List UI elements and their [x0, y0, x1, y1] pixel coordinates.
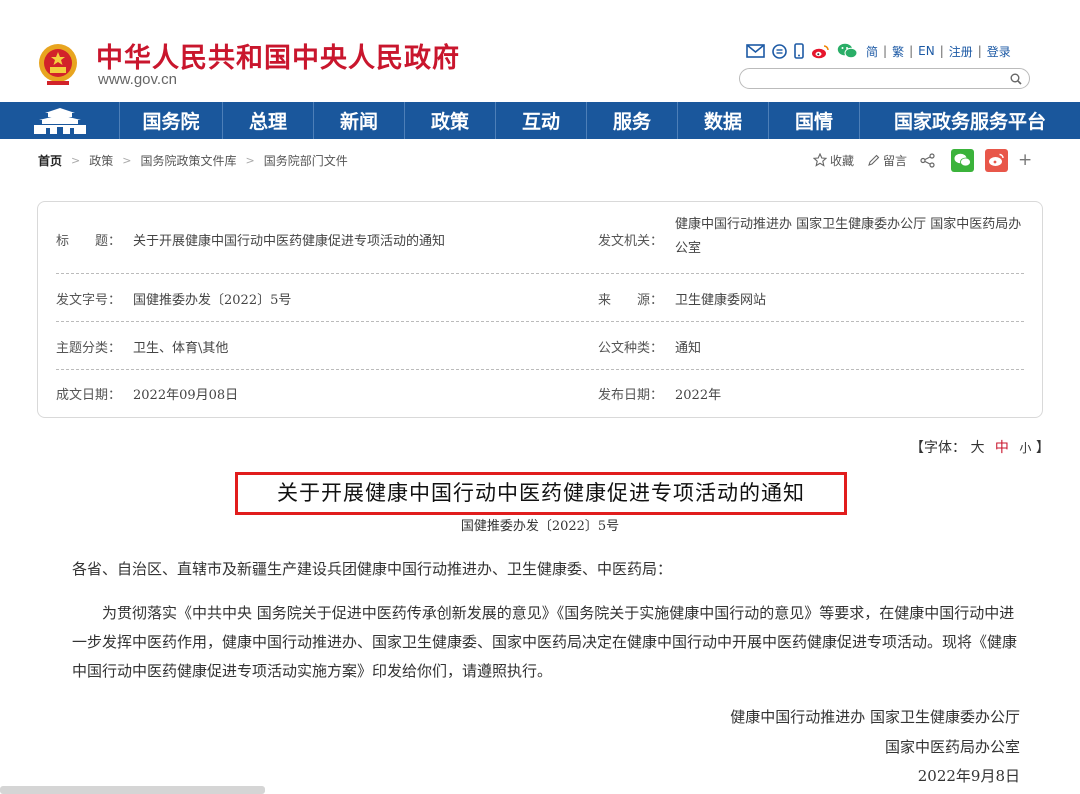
- doctype-value: 通知: [675, 341, 702, 356]
- written-date-value: 2022年09月08日: [133, 388, 239, 403]
- article-doc-number: 国健推委办发〔2022〕5号: [460, 519, 620, 534]
- favorite-button[interactable]: 收藏: [813, 152, 854, 169]
- nav-data[interactable]: 数据: [678, 102, 769, 139]
- separator: |: [939, 44, 944, 58]
- font-size-large-button[interactable]: 大: [970, 440, 984, 456]
- breadcrumb-dept-docs[interactable]: 国务院部门文件: [264, 152, 348, 169]
- separator: |: [977, 44, 982, 58]
- document-info-panel: 标 题： 关于开展健康中国行动中医药健康促进专项活动的通知 发文机关： 健康中国…: [37, 201, 1043, 418]
- font-size-prefix: 【字体：: [910, 440, 966, 456]
- separator: |: [909, 44, 914, 58]
- share-button[interactable]: [920, 152, 938, 168]
- horizontal-scrollbar[interactable]: [0, 786, 265, 794]
- pencil-icon: [868, 154, 880, 166]
- national-emblem-icon[interactable]: [37, 41, 79, 87]
- share-wechat-button[interactable]: [951, 148, 975, 172]
- comment-label: 留言: [883, 153, 908, 168]
- info-row: 主题分类： 卫生、体育\其他 公文种类： 通知: [56, 322, 1024, 370]
- login-link[interactable]: 登录: [987, 43, 1011, 60]
- search-input[interactable]: [739, 68, 1030, 89]
- lang-english-link[interactable]: EN: [918, 44, 935, 58]
- info-row: 发文字号： 国健推委办发〔2022〕5号 来 源： 卫生健康委网站: [56, 274, 1024, 322]
- lang-simplified-link[interactable]: 简: [866, 43, 878, 60]
- published-date-value: 2022年: [675, 388, 722, 403]
- docno-value: 国健推委办发〔2022〕5号: [133, 293, 292, 308]
- font-size-small-button[interactable]: 小: [1019, 441, 1031, 455]
- docno-label: 发文字号：: [56, 293, 122, 308]
- mail-icon[interactable]: [746, 44, 765, 58]
- article-signatory-2: 国家中医药局办公室: [884, 738, 1020, 756]
- chevron-right-icon: >: [122, 153, 132, 167]
- star-icon: [813, 153, 827, 167]
- breadcrumb-policy[interactable]: 政策: [89, 152, 113, 169]
- nav-news[interactable]: 新闻: [314, 102, 405, 139]
- source-value: 卫生健康委网站: [675, 293, 767, 308]
- share-toolbar: 收藏 留言 +: [813, 147, 1032, 173]
- favorite-label: 收藏: [830, 153, 855, 168]
- weibo-icon[interactable]: [811, 44, 830, 59]
- search-icon[interactable]: [1009, 72, 1023, 86]
- breadcrumb-home[interactable]: 首页: [38, 152, 62, 169]
- nav-policy[interactable]: 政策: [405, 102, 496, 139]
- article-sign-date: 2022年9月8日: [917, 767, 1020, 785]
- article-title: 关于开展健康中国行动中医药健康促进专项活动的通知: [277, 481, 805, 505]
- article-signatory-1: 健康中国行动推进办 国家卫生健康委办公厅: [730, 708, 1020, 726]
- title-value: 关于开展健康中国行动中医药健康促进专项活动的通知: [133, 234, 446, 249]
- weibo-icon: [989, 153, 1004, 166]
- font-size-medium-button[interactable]: 中: [995, 440, 1009, 456]
- font-size-suffix: 】: [1035, 440, 1050, 456]
- nav-interaction[interactable]: 互动: [496, 102, 587, 139]
- info-row: 成文日期： 2022年09月08日 发布日期： 2022年: [56, 370, 1024, 418]
- published-date-label: 发布日期：: [598, 388, 664, 403]
- top-toolbar: 简 | 繁 | EN | 注册 | 登录: [746, 40, 1012, 62]
- topic-value: 卫生、体育\其他: [133, 341, 229, 356]
- share-icon: [920, 152, 935, 168]
- doctype-label: 公文种类：: [598, 341, 664, 356]
- tiananmen-gate-icon: [33, 107, 86, 134]
- mobile-icon[interactable]: [794, 43, 804, 59]
- separator: |: [883, 44, 888, 58]
- comment-button[interactable]: 留言: [867, 152, 907, 169]
- chevron-right-icon: >: [71, 153, 81, 167]
- title-highlight-box: 关于开展健康中国行动中医药健康促进专项活动的通知: [235, 472, 847, 515]
- written-date-label: 成文日期：: [56, 388, 122, 403]
- article-body: 为贯彻落实《中共中央 国务院关于促进中医药传承创新发展的意见》《国务院关于实施健…: [72, 604, 1018, 680]
- nav-gov-service-platform[interactable]: 国家政务服务平台: [860, 102, 1080, 139]
- lang-traditional-link[interactable]: 繁: [892, 43, 904, 60]
- site-url[interactable]: www.gov.cn: [98, 71, 177, 88]
- issuer-label: 发文机关：: [598, 234, 664, 249]
- chevron-right-icon: >: [245, 153, 255, 167]
- source-label: 来 源：: [598, 293, 664, 308]
- message-icon[interactable]: [772, 43, 787, 59]
- issuer-value: 健康中国行动推进办 国家卫生健康委办公厅 国家中医药局办公室: [675, 217, 1022, 256]
- topic-label: 主题分类：: [56, 341, 122, 356]
- more-share-button[interactable]: +: [1018, 150, 1032, 170]
- main-nav: 国务院 总理 新闻 政策 互动 服务 数据 国情 国家政务服务平台: [0, 102, 1080, 139]
- article-addressee: 各省、自治区、直辖市及新疆生产建设兵团健康中国行动推进办、卫生健康委、中医药局：: [72, 560, 673, 578]
- nav-state-council[interactable]: 国务院: [120, 102, 223, 139]
- register-link[interactable]: 注册: [949, 43, 973, 60]
- breadcrumb: 首页 > 政策 > 国务院政策文件库 > 国务院部门文件: [38, 151, 348, 169]
- home-nav[interactable]: [0, 102, 120, 139]
- font-size-switcher: 【字体： 大 中 小 】: [910, 437, 1050, 457]
- site-title[interactable]: 中华人民共和国中央人民政府: [96, 36, 460, 75]
- title-label: 标 题：: [56, 234, 122, 249]
- share-weibo-button[interactable]: [985, 148, 1009, 172]
- site-header: 中华人民共和国中央人民政府 www.gov.cn 简 | 繁 | EN | 注册…: [0, 0, 1080, 102]
- breadcrumb-policy-library[interactable]: 国务院政策文件库: [140, 152, 236, 169]
- nav-premier[interactable]: 总理: [223, 102, 314, 139]
- wechat-icon[interactable]: [837, 43, 858, 59]
- nav-national-info[interactable]: 国情: [769, 102, 860, 139]
- wechat-icon: [954, 153, 971, 167]
- nav-services[interactable]: 服务: [587, 102, 678, 139]
- info-row: 标 题： 关于开展健康中国行动中医药健康促进专项活动的通知 发文机关： 健康中国…: [56, 202, 1024, 274]
